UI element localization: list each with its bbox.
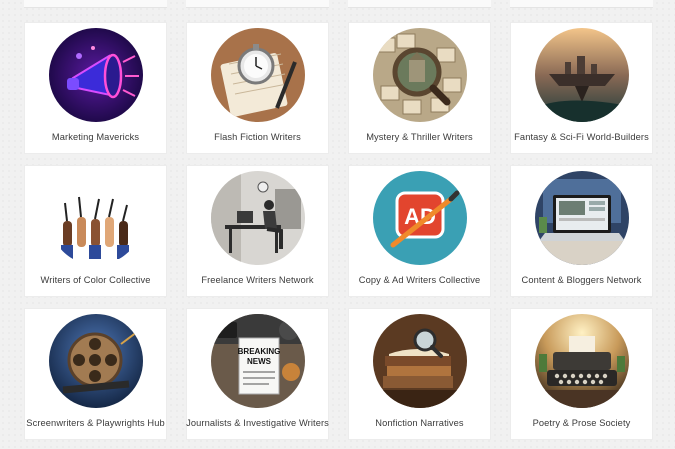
group-card-journalists-investigative-writers[interactable]: BREAKING NEWS Journalists & Investigativ… (186, 308, 329, 440)
group-card-freelance-writers-network[interactable]: Freelance Writers Network (186, 165, 329, 297)
group-directory-page: Marketing Mavericks Flash Fiction Writer… (0, 0, 675, 449)
group-name: Copy & Ad Writers Collective (358, 275, 481, 285)
ad-badge-icon: AD (372, 171, 467, 265)
group-card-poetry-prose-society[interactable]: Poetry & Prose Society (510, 308, 653, 440)
group-card-nonfiction-narratives[interactable]: Nonfiction Narratives (348, 308, 491, 440)
books-magnifier-icon (372, 314, 467, 408)
group-card-writers-of-color-collective[interactable]: Writers of Color Collective (24, 165, 167, 297)
group-name: Nonfiction Narratives (375, 418, 464, 428)
group-name: Content & Bloggers Network (521, 275, 642, 285)
breaking-news-line2: NEWS (247, 357, 272, 366)
group-name: Writers of Color Collective (40, 275, 151, 285)
typewriter-icon (534, 314, 629, 408)
stopwatch-notebook-icon (210, 28, 305, 122)
group-grid: Marketing Mavericks Flash Fiction Writer… (24, 22, 653, 440)
magnifying-glass-icon (372, 28, 467, 122)
group-name: Freelance Writers Network (201, 275, 314, 285)
raised-pens-icon (48, 171, 143, 265)
group-card-flash-fiction-writers[interactable]: Flash Fiction Writers (186, 22, 329, 154)
breaking-news-icon: BREAKING NEWS (210, 314, 305, 408)
megaphone-icon (48, 28, 143, 122)
group-card-copy-ad-writers-collective[interactable]: AD Copy & Ad Writers Collective (348, 165, 491, 297)
group-name: Flash Fiction Writers (214, 132, 301, 142)
group-name: Marketing Mavericks (51, 132, 140, 142)
group-card-mystery-thriller-writers[interactable]: Mystery & Thriller Writers (348, 22, 491, 154)
group-card-content-bloggers-network[interactable]: Content & Bloggers Network (510, 165, 653, 297)
desk-writer-icon (210, 171, 305, 265)
group-card-fantasy-scifi-world-builders[interactable]: Fantasy & Sci-Fi World-Builders (510, 22, 653, 154)
laptop-icon (534, 171, 629, 265)
breaking-news-line1: BREAKING (237, 347, 280, 356)
group-name: Journalists & Investigative Writers (186, 418, 329, 428)
group-name: Mystery & Thriller Writers (366, 132, 473, 142)
floating-city-icon (534, 28, 629, 122)
previous-row-edge (14, 0, 661, 8)
group-name: Screenwriters & Playwrights Hub (26, 418, 165, 428)
group-card-screenwriters-playwrights-hub[interactable]: Screenwriters & Playwrights Hub (24, 308, 167, 440)
group-name: Poetry & Prose Society (532, 418, 631, 428)
group-name: Fantasy & Sci-Fi World-Builders (514, 132, 649, 142)
group-card-marketing-mavericks[interactable]: Marketing Mavericks (24, 22, 167, 154)
film-reel-icon (48, 314, 143, 408)
